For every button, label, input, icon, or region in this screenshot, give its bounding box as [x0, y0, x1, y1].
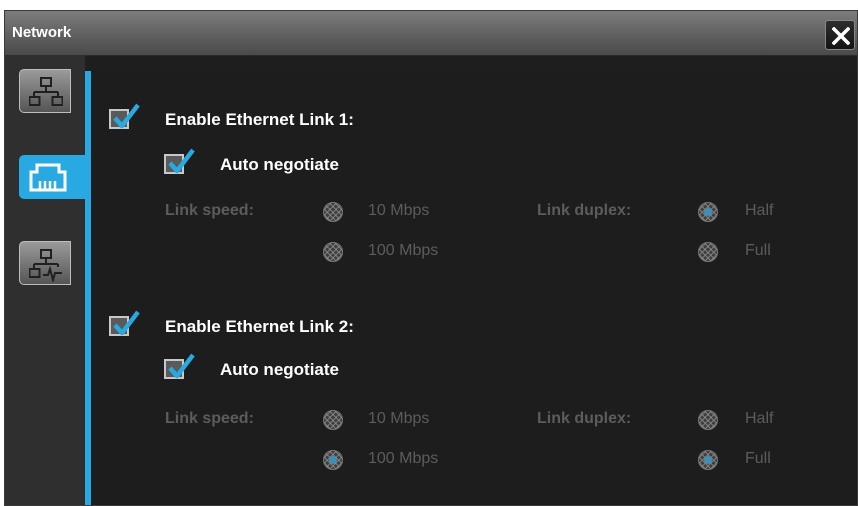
link2-duplex-half-radio[interactable] — [698, 410, 718, 430]
link2-speed-100-label: 100 Mbps — [368, 450, 439, 467]
settings-panel: Enable Ethernet Link 1: Auto negotiate L… — [91, 71, 857, 505]
auto-negotiate-link1-checkbox[interactable] — [164, 148, 195, 174]
checkmark-icon — [168, 353, 195, 379]
enable-link1-label: Enable Ethernet Link 1: — [165, 110, 354, 129]
link2-speed-label: Link speed: — [165, 410, 254, 427]
sidebar — [5, 55, 91, 505]
link1-speed-label: Link speed: — [165, 202, 254, 219]
window-title: Network — [12, 24, 72, 41]
link1-duplex-half-label: Half — [745, 202, 774, 219]
link2-speed-10-label: 10 Mbps — [368, 410, 430, 427]
link2-duplex-half-label: Half — [745, 410, 774, 427]
auto-negotiate-link2-checkbox[interactable] — [164, 353, 195, 379]
network-dialog: Network Enable Ethernet Link 1: Auto neg… — [4, 10, 858, 506]
enable-link2-checkbox[interactable] — [109, 310, 140, 336]
enable-link1-checkbox[interactable] — [109, 103, 140, 129]
tab-ethernet[interactable] — [19, 155, 91, 199]
checkmark-icon — [168, 148, 195, 174]
link1-duplex-half-radio[interactable] — [698, 202, 718, 222]
link1-speed-100-radio[interactable] — [323, 242, 343, 262]
tab-network-topology[interactable] — [19, 69, 71, 113]
link1-speed-100-label: 100 Mbps — [368, 242, 439, 259]
link1-speed-10-label: 10 Mbps — [368, 202, 430, 219]
enable-link2-label: Enable Ethernet Link 2: — [165, 317, 354, 336]
link1-duplex-full-radio[interactable] — [698, 242, 718, 262]
title-bar: Network — [5, 11, 857, 56]
network-topology-icon — [29, 77, 63, 106]
link2-duplex-full-radio[interactable] — [698, 450, 718, 470]
link1-duplex-label: Link duplex: — [537, 202, 632, 219]
close-icon — [832, 27, 850, 45]
tab-network-activity[interactable] — [19, 241, 71, 285]
auto-negotiate-link1-label: Auto negotiate — [220, 155, 339, 174]
checkmark-icon — [113, 103, 140, 129]
checkmark-icon — [113, 310, 140, 336]
link2-speed-10-radio[interactable] — [323, 410, 343, 430]
link1-speed-10-radio[interactable] — [323, 202, 343, 222]
link2-duplex-label: Link duplex: — [537, 410, 632, 427]
close-button[interactable] — [825, 20, 855, 50]
ethernet-port-icon — [29, 163, 67, 192]
link1-duplex-full-label: Full — [745, 242, 771, 259]
link2-speed-100-radio[interactable] — [323, 450, 343, 470]
link2-duplex-full-label: Full — [745, 450, 771, 467]
network-activity-icon — [29, 249, 62, 282]
auto-negotiate-link2-label: Auto negotiate — [220, 360, 339, 379]
